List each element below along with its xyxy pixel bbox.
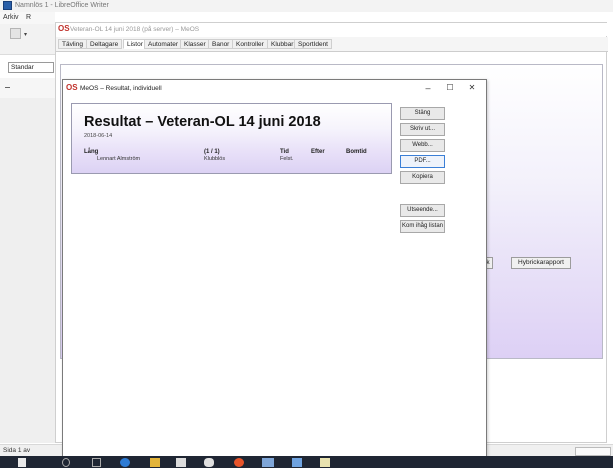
browser-icon[interactable] xyxy=(234,458,244,467)
libreoffice-toolbar: ▾ xyxy=(0,24,55,55)
search-icon[interactable] xyxy=(62,458,70,467)
maximize-icon[interactable]: ☐ xyxy=(442,82,458,94)
taskbar xyxy=(0,456,613,468)
close-button[interactable]: Stäng xyxy=(400,107,445,120)
header-after: Efter xyxy=(311,149,325,155)
class-name: Lång xyxy=(84,149,99,155)
hybrid-report-button[interactable]: Hybrickarapport xyxy=(511,257,571,269)
writer-app-icon xyxy=(3,1,12,10)
result-runner-name: Lennart Almström xyxy=(97,156,141,162)
meos-logo-icon: OS xyxy=(66,83,78,92)
tab-automater[interactable]: Automater xyxy=(144,39,182,49)
result-time: Felst. xyxy=(280,156,294,162)
libreoffice-menubar: Arkiv R xyxy=(0,12,55,24)
libreoffice-window-title: Namnlös 1 - LibreOffice Writer xyxy=(15,2,109,9)
start-icon[interactable] xyxy=(18,458,26,467)
header-time: Tid xyxy=(280,149,289,155)
libreoffice-titlebar: Namnlös 1 - LibreOffice Writer xyxy=(0,0,613,12)
task-view-icon[interactable] xyxy=(92,458,101,467)
dialog-titlebar: OS MeOS – Resultat, individuell – ☐ ✕ xyxy=(63,80,486,96)
report-title: Resultat – Veteran-OL 14 juni 2018 xyxy=(84,114,321,130)
meos-window-title: Veteran-OL 14 juni 2018 (på server) – Me… xyxy=(70,26,200,33)
new-document-icon[interactable] xyxy=(10,28,21,39)
tab-klasser[interactable]: Klasser xyxy=(180,39,210,49)
store-icon[interactable] xyxy=(176,458,186,467)
file-explorer-icon[interactable] xyxy=(150,458,160,467)
app-icon[interactable] xyxy=(204,458,214,467)
tab-stop-marker[interactable] xyxy=(5,87,10,88)
menu-r[interactable]: R xyxy=(26,14,31,21)
report-date: 2018-06-14 xyxy=(84,133,113,139)
meos-titlebar: OS Veteran-OL 14 juni 2018 (på server) –… xyxy=(56,23,608,36)
page-indicator: Sida 1 av xyxy=(3,447,31,454)
dropdown-arrow-icon[interactable]: ▾ xyxy=(24,31,27,38)
result-dialog: OS MeOS – Resultat, individuell – ☐ ✕ Re… xyxy=(62,79,487,460)
result-report: Resultat – Veteran-OL 14 juni 2018 2018-… xyxy=(71,103,392,174)
document-taskbar-icon[interactable] xyxy=(320,458,330,467)
remember-list-button[interactable]: Kom ihåg listan xyxy=(400,220,445,233)
tab-banor[interactable]: Banor xyxy=(208,39,234,49)
tab-tavling[interactable]: Tävling xyxy=(58,39,87,49)
header-missed-time: Bomtid xyxy=(346,149,367,155)
dialog-title: MeOS – Resultat, individuell xyxy=(80,85,162,92)
close-icon[interactable]: ✕ xyxy=(464,82,480,94)
zoom-slider[interactable] xyxy=(575,447,611,456)
tab-kontroller[interactable]: Kontroller xyxy=(232,39,268,49)
paragraph-style-box[interactable]: Standar xyxy=(8,62,54,73)
class-count: (1 / 1) xyxy=(204,149,220,155)
document-area[interactable] xyxy=(0,98,55,443)
tab-deltagare[interactable]: Deltagare xyxy=(86,39,123,49)
pdf-button[interactable]: PDF... xyxy=(400,155,445,168)
appearance-button[interactable]: Utseende... xyxy=(400,204,445,217)
print-button[interactable]: Skriv ut... xyxy=(400,123,445,136)
tab-klubbar[interactable]: Klubbar xyxy=(267,39,298,49)
result-club: Klubblös xyxy=(204,156,226,162)
copy-button[interactable]: Kopiera xyxy=(400,171,445,184)
meos-taskbar-icon[interactable] xyxy=(262,458,274,467)
web-button[interactable]: Webb... xyxy=(400,139,445,152)
minimize-icon[interactable]: – xyxy=(420,82,436,94)
tab-sportident[interactable]: SportIdent xyxy=(294,39,332,49)
meos-tabbar: Tävling Deltagare Listor Automater Klass… xyxy=(56,37,608,52)
writer-taskbar-icon[interactable] xyxy=(292,458,302,467)
menu-arkiv[interactable]: Arkiv xyxy=(3,14,19,21)
ruler xyxy=(0,78,55,98)
meos-logo-icon: OS xyxy=(58,24,70,33)
edge-browser-icon[interactable] xyxy=(120,458,130,467)
